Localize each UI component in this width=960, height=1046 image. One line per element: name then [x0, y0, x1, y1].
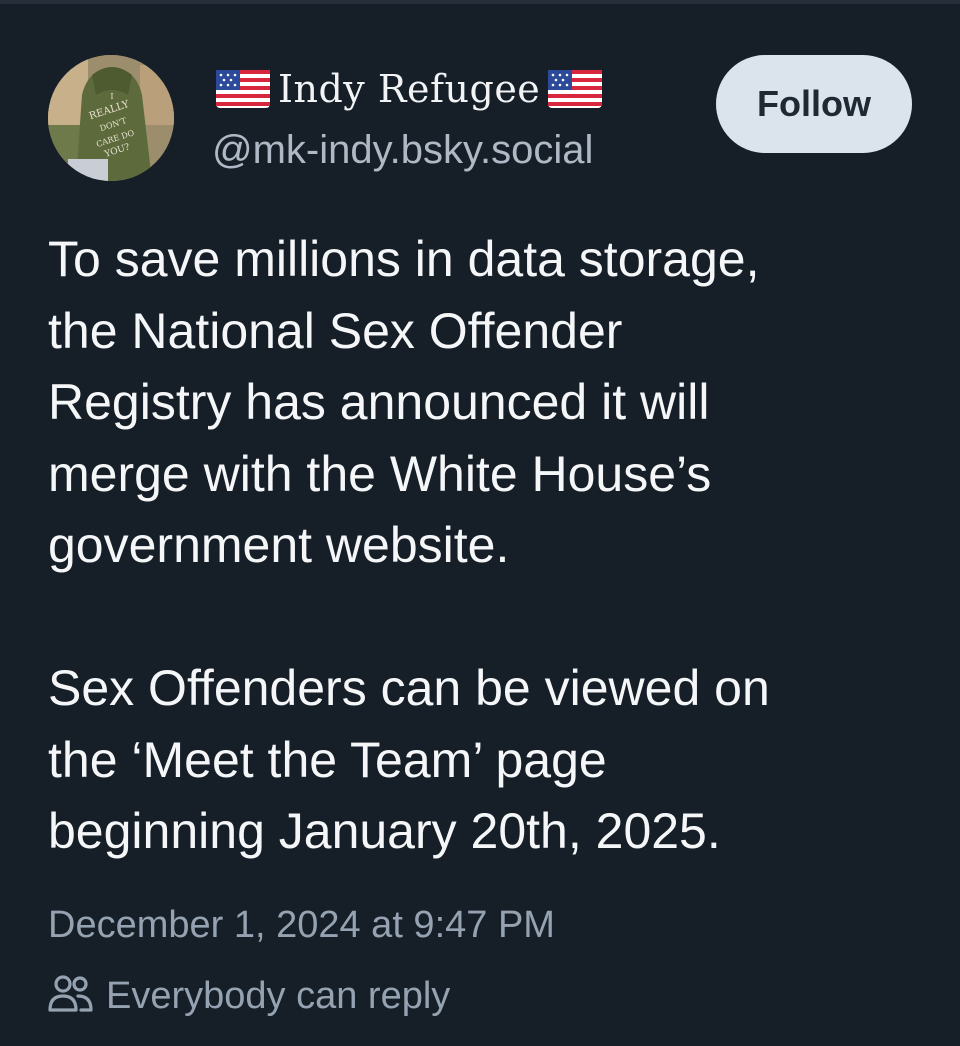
post-page: I REALLY DON'T CARE DO YOU? Indy Refugee: [0, 0, 960, 1046]
author-handle[interactable]: @mk-indy.bsky.social: [212, 124, 593, 176]
follow-button[interactable]: Follow: [716, 55, 912, 153]
author-display-name[interactable]: Indy Refugee: [278, 66, 540, 112]
reply-setting: Everybody can reply: [48, 970, 450, 1022]
post-paragraph: To save millions in data storage, the Na…: [48, 231, 760, 573]
post-text: To save millions in data storage, the Na…: [48, 224, 928, 868]
us-flag-icon: [216, 70, 270, 108]
svg-text:I: I: [110, 92, 113, 101]
post-paragraph: Sex Offenders can be viewed on the ‘Meet…: [48, 660, 770, 859]
top-divider: [0, 0, 960, 4]
people-icon: [48, 974, 94, 1019]
post-timestamp[interactable]: December 1, 2024 at 9:47 PM: [48, 900, 555, 950]
reply-setting-label: Everybody can reply: [106, 975, 451, 1017]
author-avatar[interactable]: I REALLY DON'T CARE DO YOU?: [48, 55, 174, 181]
display-name-row[interactable]: Indy Refugee: [216, 66, 603, 112]
us-flag-icon: [548, 70, 603, 108]
